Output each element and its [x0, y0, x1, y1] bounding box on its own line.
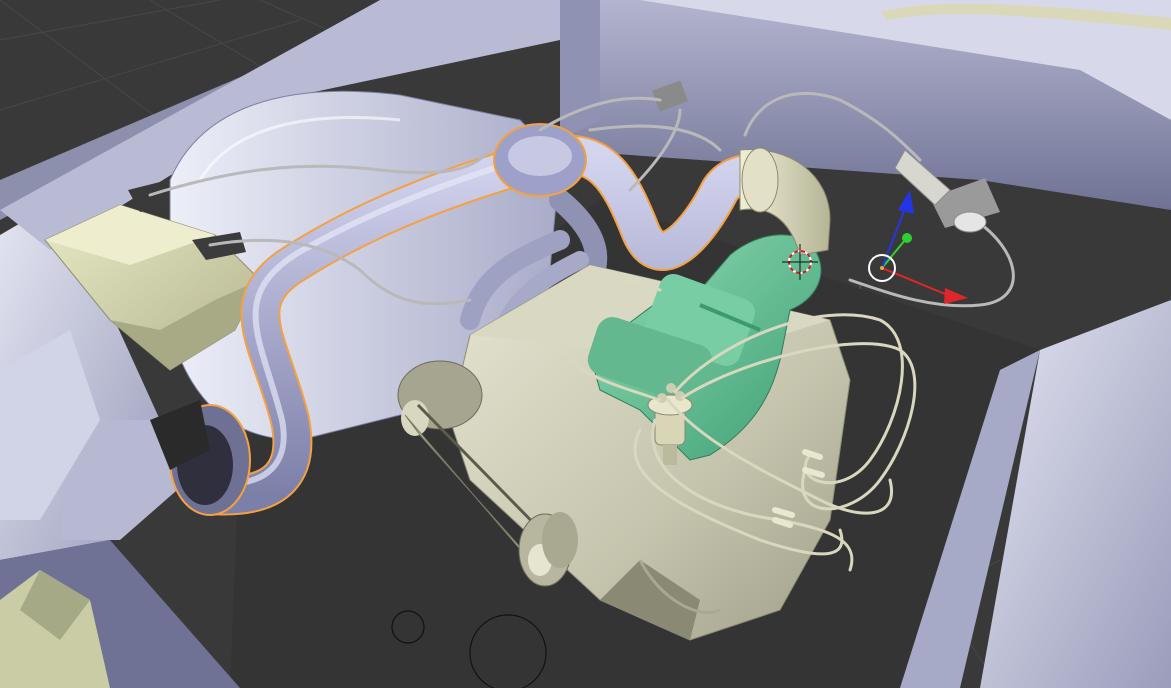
3d-viewport[interactable] [0, 0, 1171, 688]
scene-canvas[interactable] [0, 0, 1171, 688]
